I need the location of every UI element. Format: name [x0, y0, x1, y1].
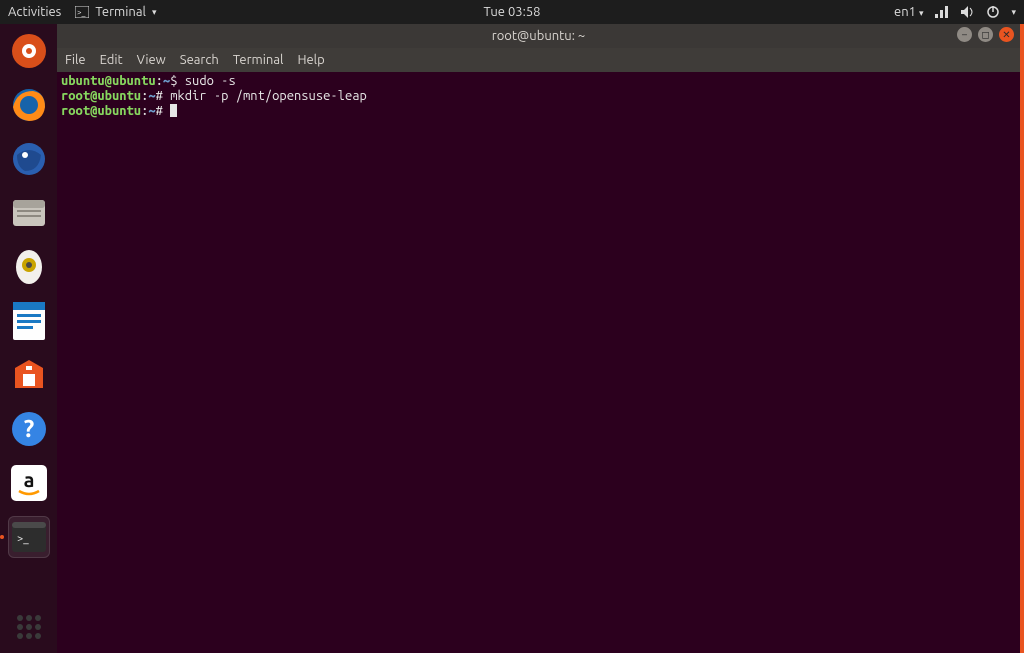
- network-icon[interactable]: [935, 6, 949, 18]
- menu-edit[interactable]: Edit: [100, 53, 123, 67]
- terminal-glyph-icon: >_: [75, 6, 89, 18]
- top-panel: Activities >_ Terminal ▾ Tue 03:58 en1 ▾…: [0, 0, 1024, 24]
- cursor: [170, 104, 177, 117]
- terminal-line: ubuntu@ubuntu:~$ sudo -s: [61, 74, 1016, 89]
- amazon-icon[interactable]: a: [8, 462, 50, 504]
- menu-bar: File Edit View Search Terminal Help: [57, 48, 1020, 72]
- volume-icon[interactable]: [961, 6, 975, 18]
- chevron-down-icon: ▾: [152, 7, 157, 18]
- rhythmbox-icon[interactable]: [8, 246, 50, 288]
- input-language[interactable]: en1 ▾: [894, 5, 923, 19]
- chevron-down-icon: ▾: [919, 8, 924, 18]
- maximize-button[interactable]: ◻: [978, 27, 993, 42]
- window-title: root@ubuntu: ~: [492, 29, 585, 43]
- terminal-line: root@ubuntu:~#: [61, 104, 1016, 119]
- terminal-icon[interactable]: >_: [8, 516, 50, 558]
- menu-search[interactable]: Search: [180, 53, 219, 67]
- chevron-down-icon: ▾: [1011, 7, 1016, 18]
- svg-text:>_: >_: [77, 8, 86, 17]
- svg-text:a: a: [23, 468, 34, 491]
- desktop: ? a >_ root@ubuntu: ~ – ◻ ✕ File Edit Vi…: [0, 24, 1024, 653]
- software-icon[interactable]: [8, 354, 50, 396]
- svg-text:>_: >_: [17, 533, 29, 545]
- clock[interactable]: Tue 03:58: [484, 5, 541, 19]
- app-menu-label: Terminal: [95, 5, 146, 19]
- firefox-icon[interactable]: [8, 84, 50, 126]
- menu-terminal[interactable]: Terminal: [233, 53, 284, 67]
- menu-help[interactable]: Help: [297, 53, 324, 67]
- thunderbird-icon[interactable]: [8, 138, 50, 180]
- dock: ? a >_: [0, 24, 57, 653]
- app-menu[interactable]: >_ Terminal ▾: [75, 5, 156, 19]
- terminal-window: root@ubuntu: ~ – ◻ ✕ File Edit View Sear…: [57, 24, 1024, 653]
- filemanager-icon[interactable]: [8, 192, 50, 234]
- minimize-button[interactable]: –: [957, 27, 972, 42]
- menu-view[interactable]: View: [137, 53, 166, 67]
- menu-file[interactable]: File: [65, 53, 86, 67]
- writer-icon[interactable]: [8, 300, 50, 342]
- activities-button[interactable]: Activities: [8, 5, 61, 19]
- help-icon[interactable]: ?: [8, 408, 50, 450]
- svg-text:?: ?: [23, 415, 34, 442]
- power-icon[interactable]: [987, 6, 999, 18]
- files-icon[interactable]: [8, 30, 50, 72]
- window-titlebar[interactable]: root@ubuntu: ~ – ◻ ✕: [57, 24, 1020, 48]
- show-applications-button[interactable]: [17, 615, 41, 639]
- terminal-line: root@ubuntu:~# mkdir -p /mnt/opensuse-le…: [61, 89, 1016, 104]
- terminal-body[interactable]: ubuntu@ubuntu:~$ sudo -sroot@ubuntu:~# m…: [57, 72, 1020, 653]
- close-button[interactable]: ✕: [999, 27, 1014, 42]
